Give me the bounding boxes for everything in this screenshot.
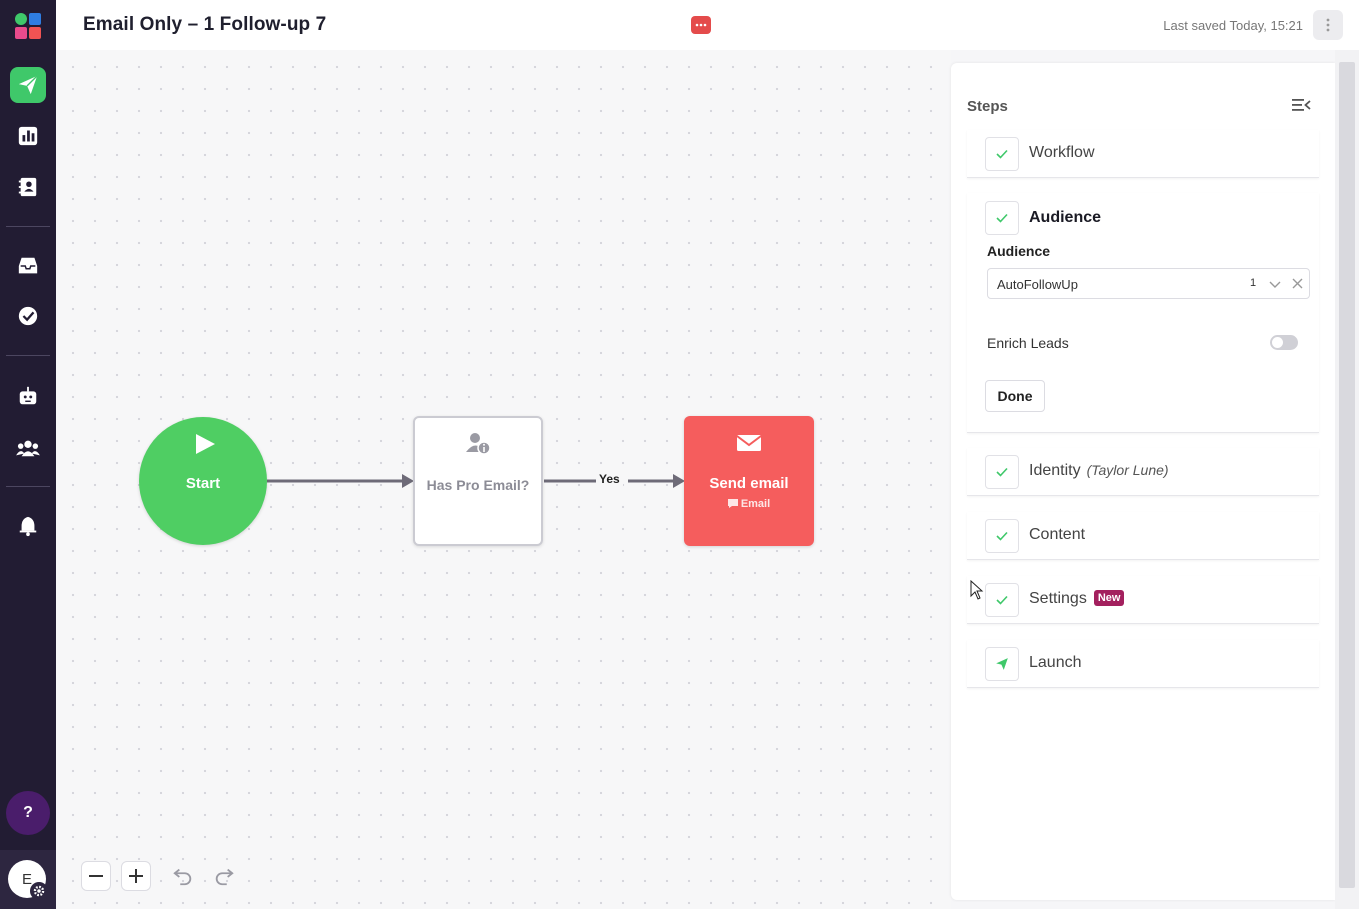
- email-tag-icon: [727, 499, 738, 508]
- send-email-node-sub: Email: [684, 498, 814, 510]
- nav-campaigns[interactable]: [10, 67, 46, 103]
- audience-field-label: Audience: [987, 243, 1051, 259]
- done-button[interactable]: Done: [985, 380, 1045, 412]
- minus-icon: [89, 875, 103, 877]
- step-content-label: Content: [1029, 526, 1086, 543]
- account-area: E: [0, 850, 56, 909]
- app-logo[interactable]: [14, 12, 42, 40]
- enrich-leads-label: Enrich Leads: [987, 335, 1069, 351]
- play-icon: [196, 434, 215, 454]
- kebab-icon: [1326, 18, 1330, 32]
- gear-icon[interactable]: [30, 882, 48, 900]
- step-launch-label: Launch: [1029, 654, 1082, 671]
- start-node[interactable]: Start: [139, 417, 267, 545]
- check-icon: [985, 519, 1019, 553]
- tasks-icon: [18, 306, 38, 326]
- enrich-leads-toggle[interactable]: [1270, 335, 1298, 350]
- send-email-node[interactable]: Send email Email: [684, 416, 814, 546]
- send-email-node-type: Email: [740, 498, 771, 510]
- send-icon: [18, 75, 38, 95]
- scrollbar-thumb[interactable]: [1339, 62, 1355, 888]
- step-identity[interactable]: Identity (Taylor Lune): [967, 448, 1319, 496]
- condition-node-label: Has Pro Email?: [426, 477, 530, 493]
- user-info-icon: [466, 433, 491, 455]
- chart-icon: [18, 126, 38, 146]
- top-header: Email Only – 1 Follow-up 7 Last saved To…: [56, 0, 1359, 50]
- nav-contacts[interactable]: [10, 169, 46, 205]
- check-icon: [985, 583, 1019, 617]
- step-audience: Audience Audience AutoFollowUp 1 Enrich …: [967, 193, 1319, 433]
- step-workflow[interactable]: Workflow: [967, 130, 1319, 178]
- collapse-panel-icon[interactable]: [1291, 97, 1311, 113]
- bot-icon: [19, 386, 37, 405]
- step-content[interactable]: Content: [967, 512, 1319, 560]
- edge-label-yes: Yes: [596, 472, 623, 486]
- nav-divider: [6, 355, 50, 356]
- envelope-icon: [736, 435, 762, 451]
- check-icon: [985, 455, 1019, 489]
- zoom-in-button[interactable]: [121, 861, 151, 891]
- start-node-label: Start: [185, 475, 221, 492]
- panel-scrollbar[interactable]: [1335, 50, 1359, 909]
- step-settings[interactable]: Settings New: [967, 576, 1319, 624]
- step-workflow-label: Workflow: [1029, 144, 1095, 161]
- more-options-button[interactable]: [1313, 10, 1343, 40]
- status-indicator-icon[interactable]: [691, 16, 711, 34]
- nav-divider: [6, 486, 50, 487]
- launch-icon: [985, 647, 1019, 681]
- audience-select-value: AutoFollowUp: [997, 277, 1078, 292]
- undo-button[interactable]: [168, 861, 198, 891]
- zoom-out-button[interactable]: [81, 861, 111, 891]
- last-saved-text: Last saved Today, 15:21: [1163, 18, 1303, 33]
- chevron-down-icon[interactable]: [1268, 277, 1282, 291]
- contacts-icon: [18, 177, 37, 197]
- left-nav: ? E: [0, 0, 56, 909]
- nav-team[interactable]: [10, 430, 46, 466]
- clear-icon[interactable]: [1291, 277, 1304, 290]
- check-icon: [985, 201, 1019, 235]
- nav-automation[interactable]: [10, 378, 46, 414]
- step-audience-label[interactable]: Audience: [1029, 209, 1101, 227]
- step-settings-label: Settings New: [1029, 590, 1125, 608]
- steps-panel: Steps Workflow Audience Audience AutoFol…: [951, 63, 1335, 900]
- page-title[interactable]: Email Only – 1 Follow-up 7: [83, 14, 326, 36]
- avatar-initial: E: [21, 870, 32, 888]
- settings-label-text: Settings: [1029, 590, 1087, 607]
- step-identity-label: Identity (Taylor Lune): [1029, 462, 1169, 480]
- plus-icon: [129, 869, 143, 883]
- nav-reports[interactable]: [10, 118, 46, 154]
- redo-button[interactable]: [209, 861, 239, 891]
- redo-icon: [215, 868, 234, 886]
- undo-icon: [173, 868, 192, 886]
- check-icon: [985, 137, 1019, 171]
- identity-label-text: Identity: [1029, 462, 1081, 479]
- nav-tasks[interactable]: [10, 298, 46, 334]
- team-icon: [16, 440, 40, 457]
- new-badge: New: [1093, 590, 1125, 606]
- step-launch[interactable]: Launch: [967, 640, 1319, 688]
- nav-divider: [6, 226, 50, 227]
- steps-panel-title: Steps: [967, 98, 1008, 115]
- nav-notifications[interactable]: [10, 508, 46, 544]
- audience-select[interactable]: AutoFollowUp 1: [987, 268, 1310, 299]
- inbox-icon: [18, 257, 38, 274]
- help-label: ?: [23, 804, 33, 821]
- bell-icon: [19, 516, 37, 537]
- mouse-cursor-icon: [970, 580, 984, 600]
- nav-inbox[interactable]: [10, 248, 46, 284]
- audience-count: 1: [1250, 277, 1257, 289]
- condition-node[interactable]: Has Pro Email?: [413, 416, 543, 546]
- send-email-node-label: Send email: [709, 475, 789, 492]
- workflow-canvas[interactable]: Start Yes Has Pro Email? Send email Emai…: [56, 50, 951, 909]
- help-button[interactable]: ?: [6, 791, 50, 835]
- identity-name: (Taylor Lune): [1086, 462, 1169, 478]
